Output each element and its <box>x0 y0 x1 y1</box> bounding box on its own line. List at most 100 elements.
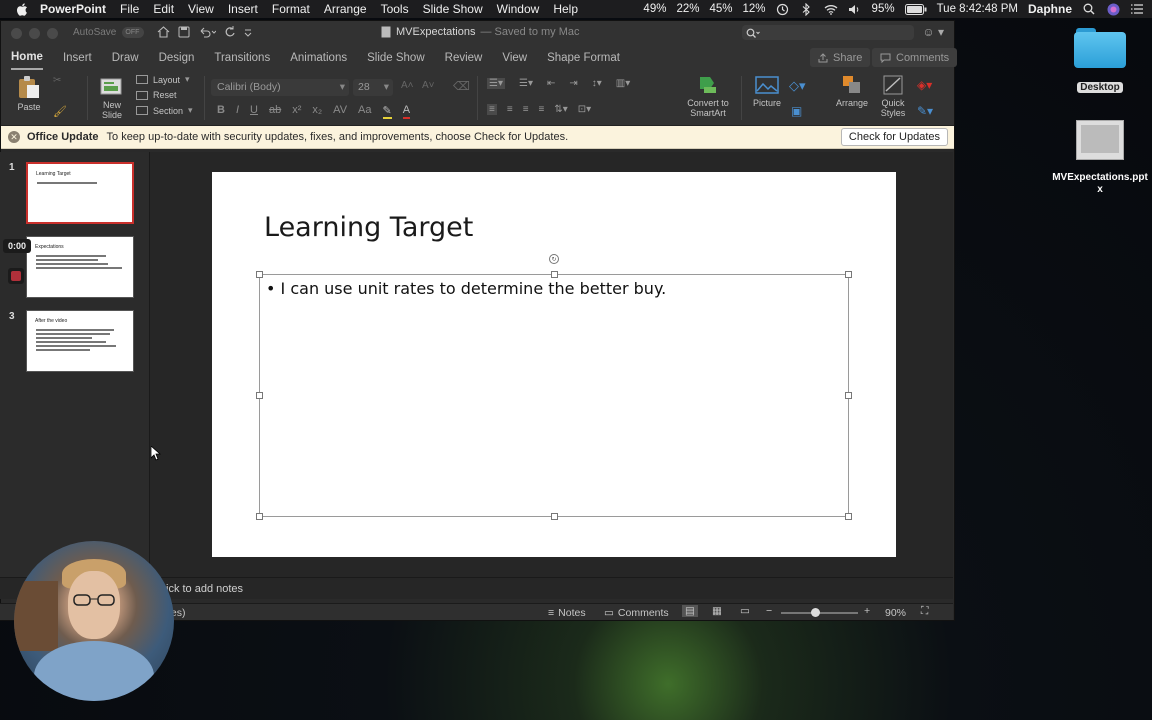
format-painter-icon[interactable]: 🖌 <box>53 105 67 118</box>
highlight-color-icon[interactable]: ✎ <box>382 104 392 119</box>
resize-handle[interactable] <box>845 271 852 278</box>
menu-slide-show[interactable]: Slide Show <box>423 2 483 16</box>
tab-draw[interactable]: Draw <box>112 45 139 70</box>
layout-button[interactable]: Layout ▾ <box>136 74 193 85</box>
font-name-dropdown[interactable]: Calibri (Body) ▾ <box>211 79 349 96</box>
slide-canvas[interactable]: Learning Target ↻ • I can use unit rates… <box>212 172 896 557</box>
menu-window[interactable]: Window <box>497 2 540 16</box>
siri-icon[interactable] <box>1106 2 1120 16</box>
comments-button[interactable]: Comments <box>872 48 958 67</box>
resize-handle[interactable] <box>256 392 263 399</box>
bullet-item[interactable]: • I can use unit rates to determine the … <box>266 279 666 298</box>
volume-icon[interactable] <box>848 2 862 16</box>
apple-icon[interactable] <box>16 2 30 16</box>
change-case-icon[interactable]: Aa <box>358 104 371 119</box>
shape-fill-icon[interactable]: ◈▾ <box>917 78 932 92</box>
menu-format[interactable]: Format <box>272 2 310 16</box>
tab-animations[interactable]: Animations <box>290 45 347 70</box>
close-icon[interactable]: ✕ <box>8 131 20 143</box>
user-name[interactable]: Daphne <box>1028 2 1072 16</box>
tab-transitions[interactable]: Transitions <box>214 45 270 70</box>
feedback-smiley-icon[interactable]: ☺ ▾ <box>922 25 944 39</box>
wifi-icon[interactable] <box>824 2 838 16</box>
menu-insert[interactable]: Insert <box>228 2 258 16</box>
increase-indent-icon[interactable]: ⇥ <box>569 78 577 89</box>
italic-icon[interactable]: I <box>236 104 239 119</box>
resize-handle[interactable] <box>845 513 852 520</box>
underline-icon[interactable]: U <box>250 104 258 119</box>
shape-outline-icon[interactable]: ✎▾ <box>917 104 933 118</box>
app-name-menu[interactable]: PowerPoint <box>40 2 106 16</box>
picture-button[interactable]: Picture <box>749 74 785 108</box>
bullets-icon[interactable]: ☰▾ <box>487 78 505 89</box>
resize-handle[interactable] <box>551 271 558 278</box>
tab-review[interactable]: Review <box>445 45 483 70</box>
rotate-handle-icon[interactable]: ↻ <box>549 254 559 264</box>
quick-styles-button[interactable]: Quick Styles <box>875 74 911 118</box>
home-icon[interactable] <box>157 25 170 43</box>
zoom-slider[interactable] <box>781 608 858 617</box>
slide-thumbnail-1[interactable]: Learning Target <box>26 162 134 224</box>
justify-icon[interactable]: ≡ <box>539 104 545 115</box>
align-text-icon[interactable]: ⊡▾ <box>578 104 591 115</box>
clock[interactable]: Tue 8:42:48 PM <box>937 3 1018 15</box>
customize-toolbar-icon[interactable] <box>244 25 252 43</box>
close-window-button[interactable] <box>11 28 22 39</box>
bold-icon[interactable]: B <box>217 104 225 119</box>
menu-edit[interactable]: Edit <box>153 2 174 16</box>
convert-smartart-button[interactable]: Convert to SmartArt <box>685 74 731 118</box>
character-spacing-icon[interactable]: AV <box>333 104 347 119</box>
new-slide-button[interactable]: New Slide <box>93 74 131 120</box>
font-color-icon[interactable]: A <box>402 104 411 119</box>
battery-icon[interactable] <box>904 2 927 16</box>
spotlight-search-icon[interactable] <box>1082 2 1096 16</box>
disk-stat[interactable]: 45% <box>709 3 732 15</box>
align-center-icon[interactable]: ≡ <box>507 104 513 115</box>
menu-file[interactable]: File <box>120 2 139 16</box>
line-spacing-icon[interactable]: ↕▾ <box>592 78 602 89</box>
slide-thumbnail-2[interactable]: Expectations <box>26 236 134 298</box>
menu-help[interactable]: Help <box>553 2 578 16</box>
increase-font-icon[interactable]: A˄ <box>401 80 414 91</box>
search-field[interactable] <box>742 25 914 40</box>
slide-sorter-icon[interactable]: ▦ <box>712 605 722 617</box>
minimize-window-button[interactable] <box>29 28 40 39</box>
decrease-indent-icon[interactable]: ⇤ <box>547 78 555 89</box>
arrange-button[interactable]: Arrange <box>834 74 870 108</box>
superscript-icon[interactable]: x² <box>292 104 301 119</box>
columns-icon[interactable]: ▥▾ <box>616 78 630 89</box>
notification-center-icon[interactable] <box>1130 2 1144 16</box>
autosave-toggle[interactable]: OFF <box>122 27 145 38</box>
paste-button[interactable]: Paste <box>11 74 47 112</box>
align-right-icon[interactable]: ≡ <box>523 104 529 115</box>
fit-to-window-icon[interactable]: ⛶ <box>921 605 928 618</box>
decrease-font-icon[interactable]: A˅ <box>422 80 435 91</box>
zoom-in-icon[interactable]: + <box>864 605 870 617</box>
menu-arrange[interactable]: Arrange <box>324 2 367 16</box>
autosave-control[interactable]: AutoSave OFF <box>73 27 145 38</box>
zoom-level[interactable]: 90% <box>885 607 906 619</box>
tab-home[interactable]: Home <box>11 45 43 70</box>
text-direction-icon[interactable]: ⇅▾ <box>554 104 567 115</box>
redo-icon[interactable] <box>224 25 236 43</box>
textbox-icon[interactable]: ▣ <box>791 104 802 118</box>
stop-recording-button[interactable] <box>8 268 24 284</box>
reading-view-icon[interactable]: ▭ <box>740 605 750 617</box>
clear-formatting-icon[interactable]: ⌫ <box>453 79 470 93</box>
notes-placeholder[interactable]: ick to add notes <box>166 583 243 595</box>
subscript-icon[interactable]: x₂ <box>312 104 322 119</box>
resize-handle[interactable] <box>845 392 852 399</box>
resize-handle[interactable] <box>256 513 263 520</box>
tab-slide-show[interactable]: Slide Show <box>367 45 425 70</box>
tab-insert[interactable]: Insert <box>63 45 92 70</box>
time-machine-icon[interactable] <box>776 2 790 16</box>
cut-icon[interactable]: ✂ <box>53 75 61 86</box>
normal-view-icon[interactable]: ▤ <box>682 605 698 617</box>
desktop-file[interactable]: MVExpectations.pptx <box>1052 120 1148 196</box>
bluetooth-icon[interactable] <box>800 2 814 16</box>
shapes-icon[interactable]: ◇▾ <box>789 78 806 94</box>
reset-button[interactable]: Reset <box>136 90 193 100</box>
font-size-dropdown[interactable]: 28 ▾ <box>353 79 393 96</box>
undo-icon[interactable] <box>198 25 217 43</box>
numbering-icon[interactable]: ☰▾ <box>519 78 533 89</box>
